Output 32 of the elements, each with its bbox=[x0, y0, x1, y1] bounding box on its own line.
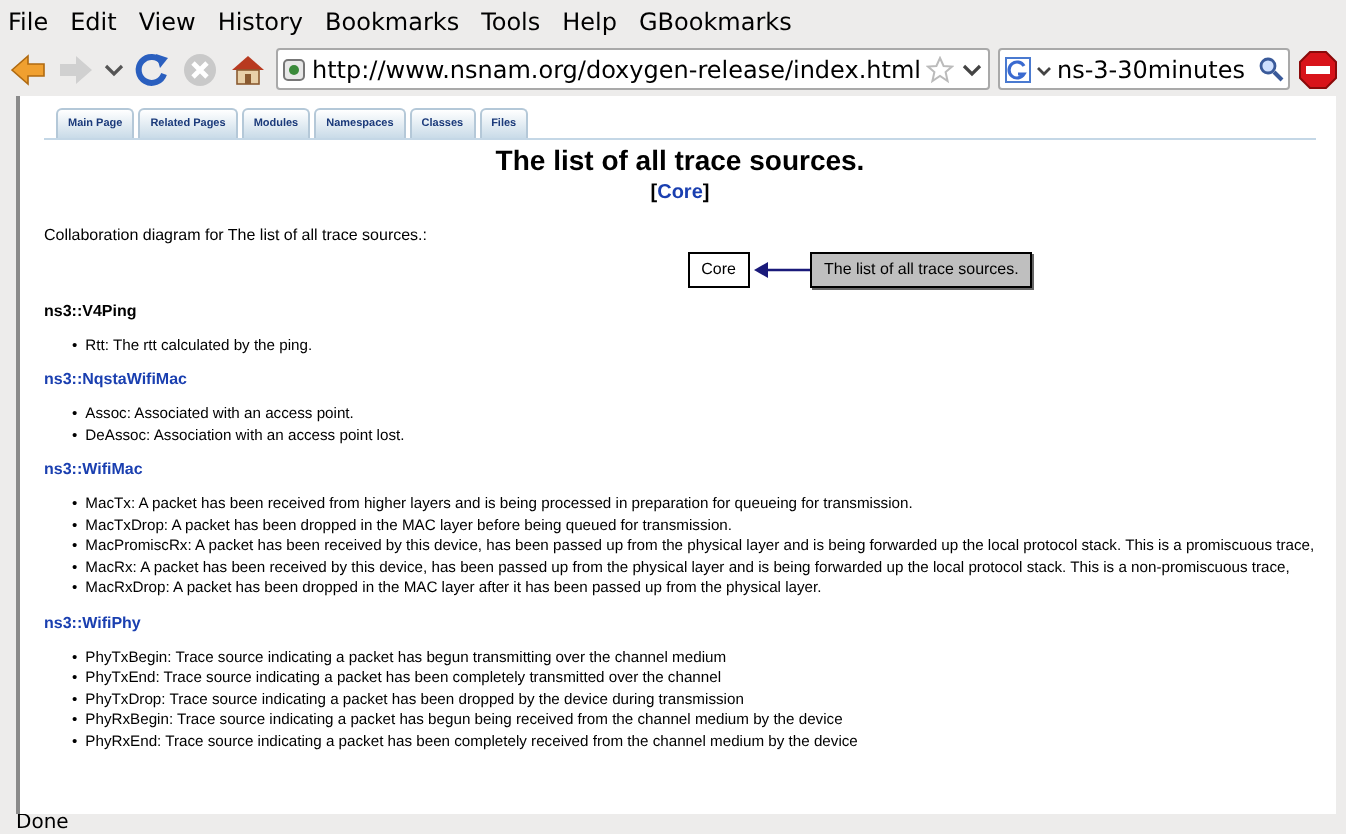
status-text: Done bbox=[16, 814, 69, 834]
section-link[interactable]: ns3::WifiPhy bbox=[44, 613, 141, 632]
menu-item[interactable]: History bbox=[217, 3, 304, 39]
diagram-arrow bbox=[749, 259, 810, 280]
star-icon[interactable] bbox=[926, 55, 955, 83]
menu-item[interactable]: GBookmarks bbox=[639, 3, 792, 39]
page-title: The list of all trace sources. bbox=[493, 146, 867, 178]
intro-text: Collaboration diagram for The list of all trace sources.: bbox=[44, 223, 429, 248]
search-engine-icon[interactable] bbox=[1004, 55, 1033, 83]
caret-icon[interactable] bbox=[1036, 61, 1053, 77]
stop-sign-icon[interactable] bbox=[1298, 49, 1338, 89]
search-icon[interactable] bbox=[1258, 56, 1284, 82]
caret-icon[interactable] bbox=[104, 59, 124, 79]
url-field[interactable]: http://www.nsnam.org/doxygen-release/index.html bbox=[276, 48, 991, 90]
back-arrow-icon[interactable] bbox=[8, 49, 48, 89]
page-icon[interactable] bbox=[282, 57, 306, 81]
bracket-text: [ bbox=[650, 181, 658, 204]
menu-item[interactable]: Edit bbox=[70, 3, 117, 39]
menu-item[interactable]: Help bbox=[562, 3, 617, 39]
diagram-node[interactable]: Core bbox=[687, 251, 750, 288]
search-field[interactable]: ns-3-30minutes bbox=[998, 48, 1290, 90]
menu-item[interactable]: Tools bbox=[481, 3, 541, 39]
diagram-node[interactable]: The list of all trace sources. bbox=[809, 251, 1033, 288]
section-link[interactable]: ns3::WifiMac bbox=[44, 460, 143, 479]
module-link[interactable]: Core bbox=[657, 181, 703, 204]
section-heading: ns3::V4Ping bbox=[44, 301, 137, 320]
bracket-text: ] bbox=[702, 181, 710, 204]
menu-item[interactable]: File bbox=[8, 3, 49, 39]
section-link[interactable]: ns3::NqstaWifiMac bbox=[44, 370, 187, 389]
menu-item[interactable]: Bookmarks bbox=[325, 3, 460, 39]
menu-item[interactable]: View bbox=[138, 3, 196, 39]
reload-icon[interactable] bbox=[132, 49, 172, 89]
